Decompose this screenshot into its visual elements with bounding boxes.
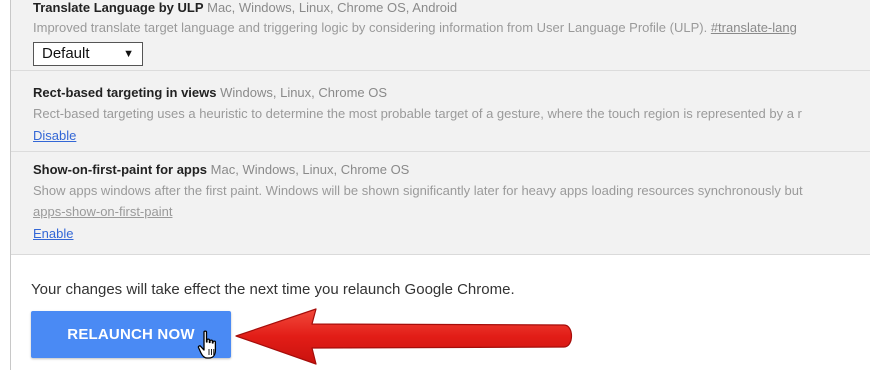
flag-platforms: Mac, Windows, Linux, Chrome OS: [210, 162, 410, 177]
flag-name: Show-on-first-paint for apps: [33, 162, 208, 177]
flag-title-line: Translate Language by ULP Mac, Windows, …: [33, 0, 457, 16]
flag-hash-link[interactable]: #translate-lang: [711, 20, 797, 35]
flag-select-value: Default: [42, 45, 90, 62]
disable-link[interactable]: Disable: [33, 128, 76, 144]
flag-show-on-first-paint: Show-on-first-paint for apps Mac, Window…: [11, 153, 870, 254]
flag-name: Translate Language by ULP: [33, 0, 204, 15]
flag-description: Show apps windows after the first paint.…: [33, 183, 803, 198]
relaunch-message: Your changes will take effect the next t…: [31, 281, 515, 298]
flag-rect-based-targeting: Rect-based targeting in views Windows, L…: [11, 73, 870, 152]
hand-pointer-cursor-icon: [197, 330, 217, 359]
flag-title-line: Rect-based targeting in views Windows, L…: [33, 85, 387, 101]
flag-description-line: Improved translate target language and t…: [33, 20, 797, 36]
flag-title-line: Show-on-first-paint for apps Mac, Window…: [33, 162, 409, 178]
flag-platforms: Windows, Linux, Chrome OS: [220, 85, 388, 100]
flag-select[interactable]: Default ▼: [33, 42, 143, 66]
flag-description: Improved translate target language and t…: [33, 20, 708, 35]
flags-list: Translate Language by ULP Mac, Windows, …: [11, 0, 870, 254]
flag-name: Rect-based targeting in views: [33, 85, 217, 100]
flag-description: Rect-based targeting uses a heuristic to…: [33, 106, 802, 121]
flag-platforms: Mac, Windows, Linux, Chrome OS, Android: [207, 0, 458, 15]
red-arrow-icon: [235, 308, 573, 365]
flag-translate-language: Translate Language by ULP Mac, Windows, …: [11, 0, 870, 71]
flag-hash-link[interactable]: apps-show-on-first-paint: [33, 204, 172, 220]
dropdown-arrow-icon: ▼: [123, 48, 134, 60]
enable-link[interactable]: Enable: [33, 226, 73, 242]
